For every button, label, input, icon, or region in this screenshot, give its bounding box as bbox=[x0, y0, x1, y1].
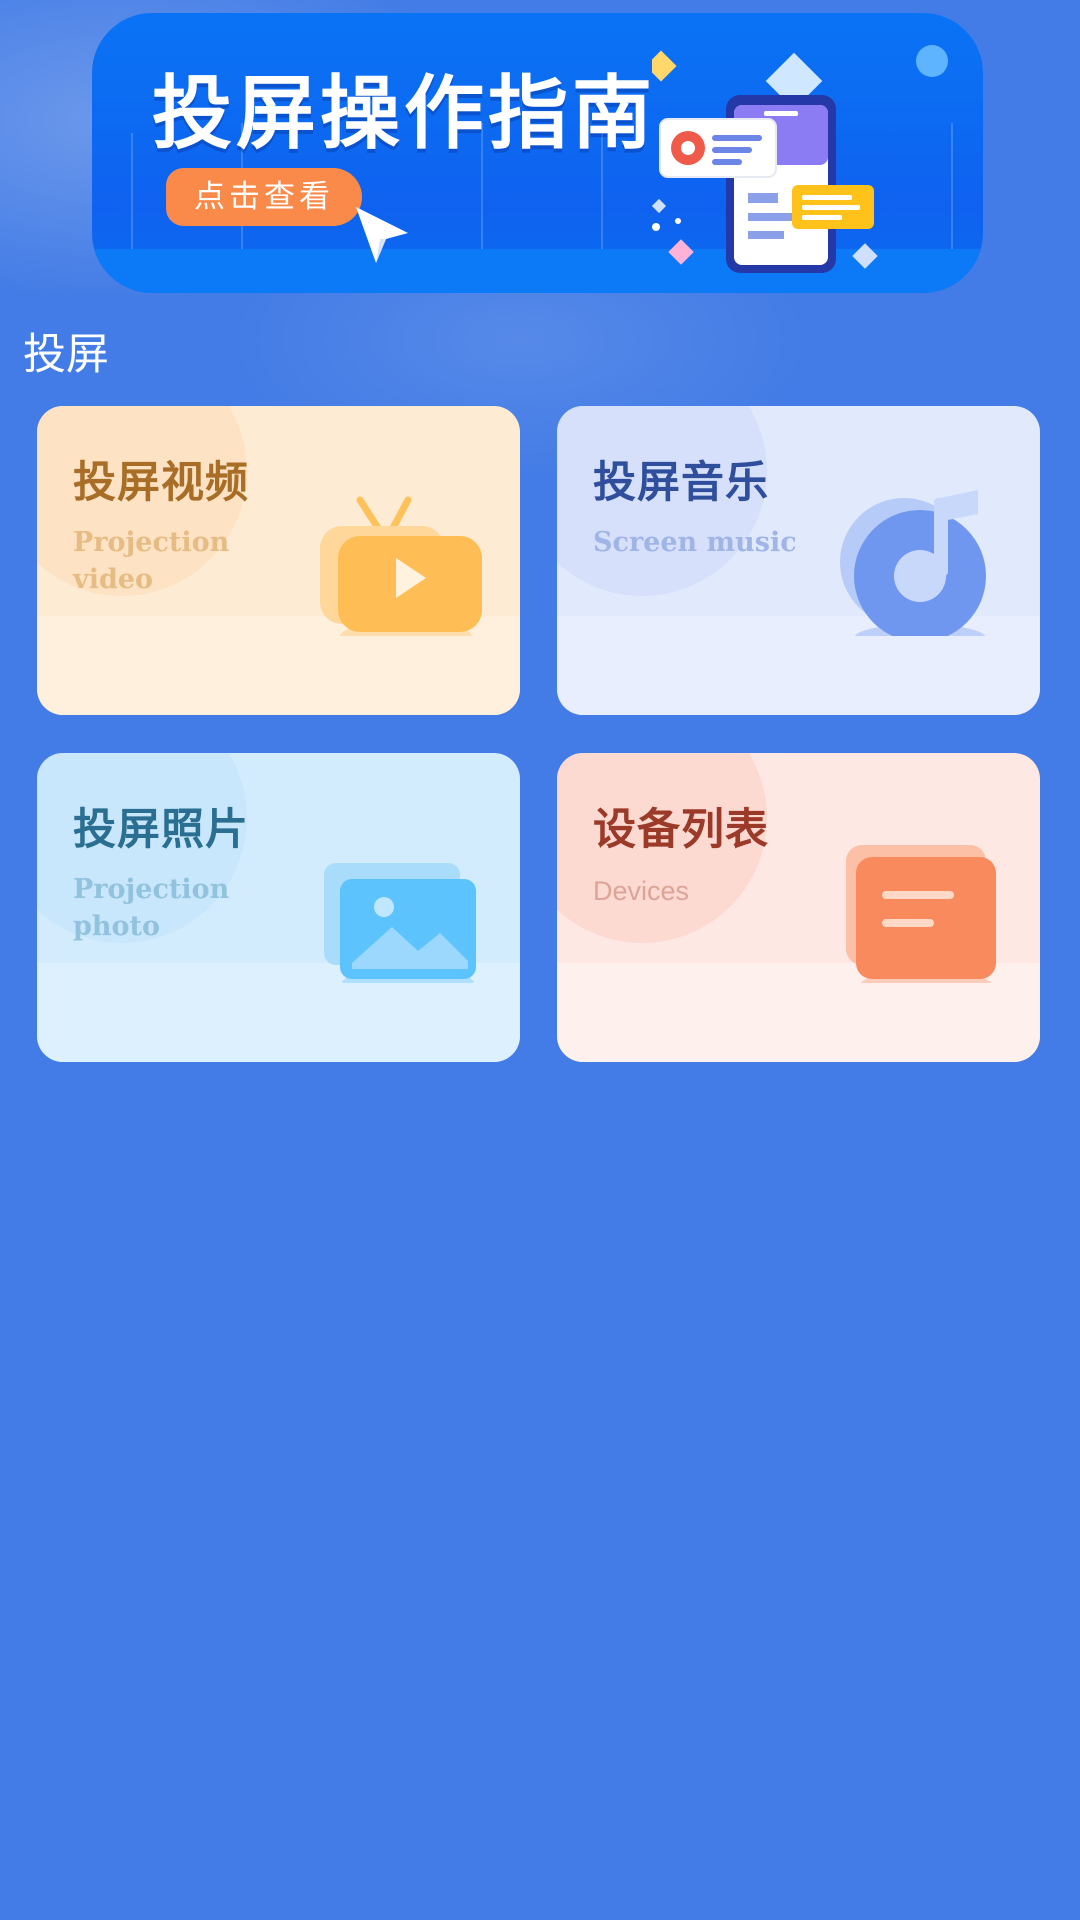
card-title: 投屏照片 bbox=[73, 805, 249, 855]
phone-settings-illustration bbox=[652, 45, 948, 273]
card-subtitle: Devices bbox=[593, 876, 690, 906]
card-title: 投屏音乐 bbox=[593, 458, 769, 508]
card-subtitle: Projection video bbox=[73, 527, 230, 595]
card-projection-photo[interactable]: 投屏照片 Projection photo bbox=[37, 753, 520, 1062]
card-title: 设备列表 bbox=[593, 805, 769, 855]
view-button[interactable]: 点击查看 bbox=[166, 168, 362, 226]
banner-title: 投屏操作指南 bbox=[152, 67, 656, 160]
card-subtitle: Projection photo bbox=[73, 874, 230, 942]
photo-icon bbox=[324, 863, 476, 983]
device-list-icon bbox=[846, 845, 996, 983]
card-title: 投屏视频 bbox=[73, 458, 249, 508]
card-devices[interactable]: 设备列表 Devices bbox=[557, 753, 1040, 1062]
card-subtitle: Screen music bbox=[593, 527, 797, 558]
guide-banner[interactable]: 投屏操作指南 点击查看 bbox=[92, 13, 983, 293]
card-screen-music[interactable]: 投屏音乐 Screen music bbox=[557, 406, 1040, 715]
music-note-icon bbox=[840, 490, 986, 636]
cursor-arrow-icon bbox=[356, 207, 408, 263]
card-projection-video[interactable]: 投屏视频 Projection video bbox=[37, 406, 520, 715]
tv-play-icon bbox=[320, 496, 482, 636]
section-title: 投屏 bbox=[23, 330, 109, 380]
